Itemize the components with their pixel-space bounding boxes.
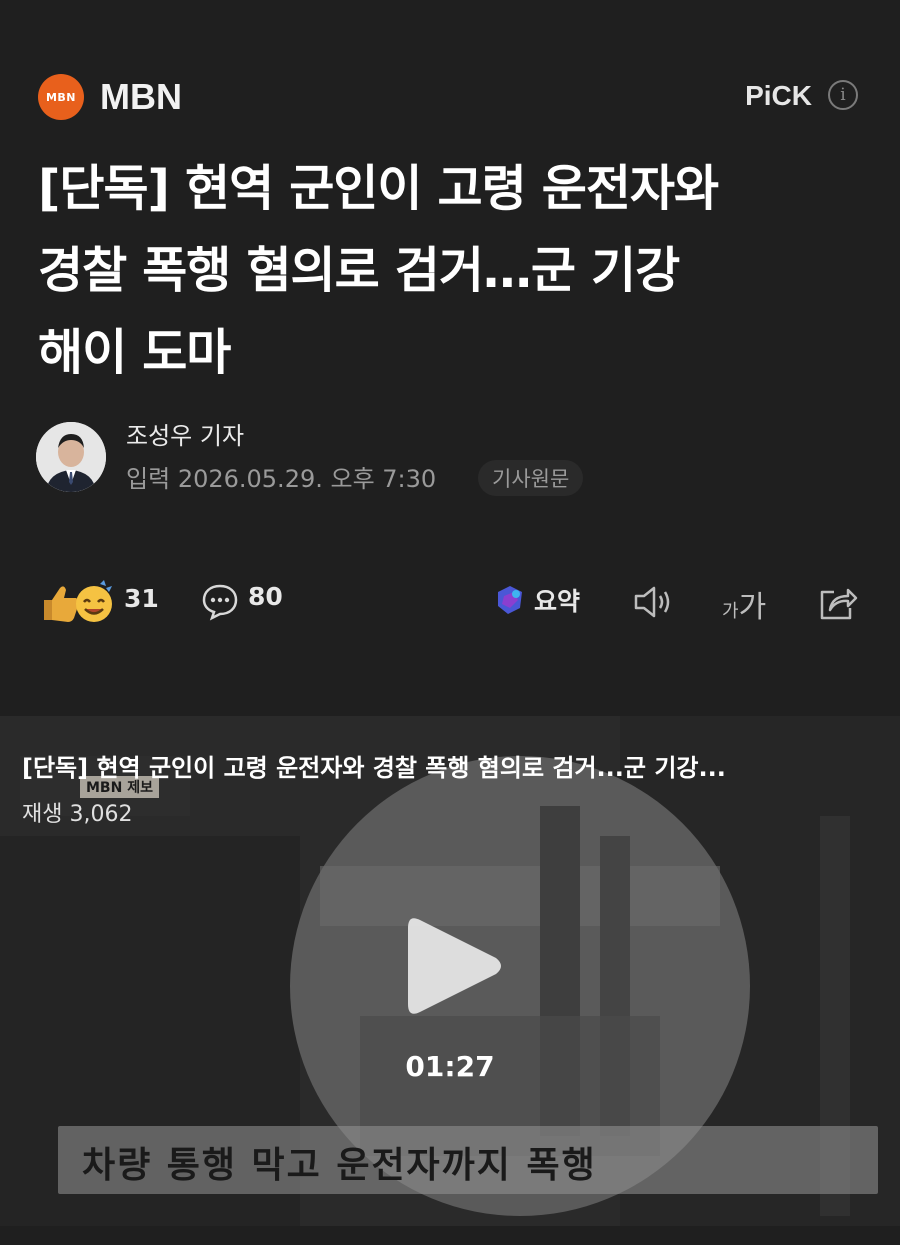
action-bar: 31 80 요약 가가 (38, 570, 868, 630)
reaction-button[interactable] (38, 578, 118, 626)
thumbs-up-icon (44, 580, 112, 622)
headline-line: [단독] 현역 군인이 고령 운전자와 (38, 160, 719, 217)
press-logo[interactable]: MBN (38, 74, 84, 120)
reaction-count: 31 (124, 584, 159, 613)
video-play-count: 재생 3,062 (22, 802, 133, 827)
original-article-link[interactable]: 기사원문 (478, 460, 584, 496)
video-duration: 01:27 (405, 1050, 495, 1083)
headline-line: 경찰 폭행 혐의로 검거…군 기강 (38, 242, 680, 299)
headline-line: 해이 도마 (38, 324, 231, 381)
video-caption-bar: 차량 통행 막고 운전자까지 폭행 (58, 1126, 878, 1194)
pick-badge: PiCK (745, 80, 812, 111)
reporter-name[interactable]: 조성우 기자 (126, 420, 244, 452)
speaker-icon[interactable] (632, 582, 676, 622)
share-icon[interactable] (816, 580, 860, 624)
summary-button[interactable]: 요약 (534, 582, 580, 618)
publish-date: 입력 2026.05.29. 오후 7:30 (126, 462, 436, 496)
info-icon[interactable]: i (828, 80, 858, 110)
byline: 조성우 기자 입력 2026.05.29. 오후 7:30 기사원문 (36, 420, 866, 500)
press-name[interactable]: MBN (100, 74, 182, 120)
video-player[interactable]: MBN 제보 [단독] 현역 군인이 고령 운전자와 경찰 폭행 혐의로 검거.… (0, 716, 900, 1226)
font-size-large-label: 가 (738, 590, 767, 625)
font-size-button[interactable]: 가가 (722, 582, 766, 626)
summary-icon[interactable] (492, 582, 528, 618)
comment-icon[interactable] (200, 582, 240, 622)
video-caption: 차량 통행 막고 운전자까지 폭행 (82, 1145, 597, 1186)
play-icon[interactable] (400, 906, 510, 1026)
comment-count[interactable]: 80 (248, 582, 283, 611)
font-size-small-label: 가 (722, 601, 739, 622)
article-headline: [단독] 현역 군인이 고령 운전자와 경찰 폭행 혐의로 검거…군 기강 해이… (38, 148, 878, 394)
date-value: 2026.05.29. 오후 7:30 (177, 465, 437, 493)
press-header: MBN MBN PiCK i (38, 70, 862, 122)
video-title: [단독] 현역 군인이 고령 운전자와 경찰 폭행 혐의로 검거...군 기강.… (22, 754, 726, 782)
reporter-avatar[interactable] (36, 422, 106, 492)
input-label: 입력 (126, 465, 171, 493)
